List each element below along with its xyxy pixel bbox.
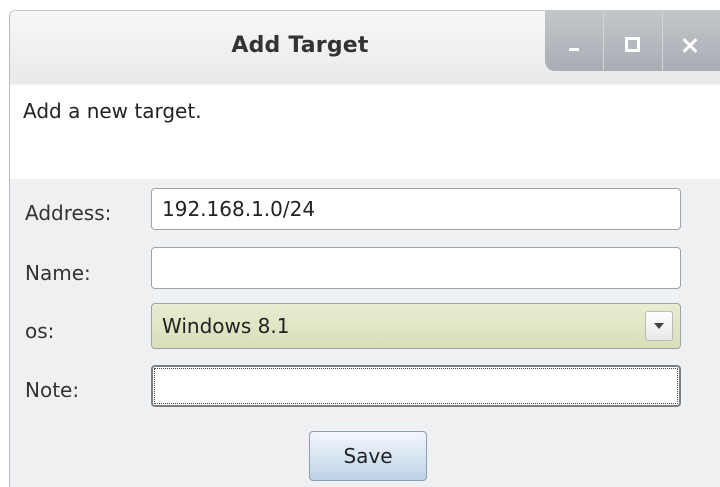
os-select[interactable]: Windows 8.1 <box>151 303 681 349</box>
os-select-value: Windows 8.1 <box>162 314 290 338</box>
name-input[interactable] <box>151 247 681 289</box>
add-target-dialog: Add Target Add a new target. Address: Na… <box>9 10 720 487</box>
maximize-icon[interactable] <box>603 11 662 71</box>
close-icon[interactable] <box>662 11 720 71</box>
description-text: Add a new target. <box>23 99 202 123</box>
titlebar[interactable]: Add Target <box>10 11 720 83</box>
note-label: Note: <box>25 378 80 402</box>
address-input[interactable] <box>151 188 681 230</box>
description-panel: Add a new target. <box>10 85 720 179</box>
chevron-down-icon[interactable] <box>645 311 673 341</box>
save-button[interactable]: Save <box>309 431 427 481</box>
window-title: Add Target <box>231 33 369 58</box>
name-label: Name: <box>25 261 91 285</box>
os-label: os: <box>25 319 55 343</box>
note-input[interactable] <box>151 365 681 407</box>
window-controls <box>545 11 720 71</box>
address-label: Address: <box>25 201 112 225</box>
minimize-icon[interactable] <box>545 11 603 71</box>
